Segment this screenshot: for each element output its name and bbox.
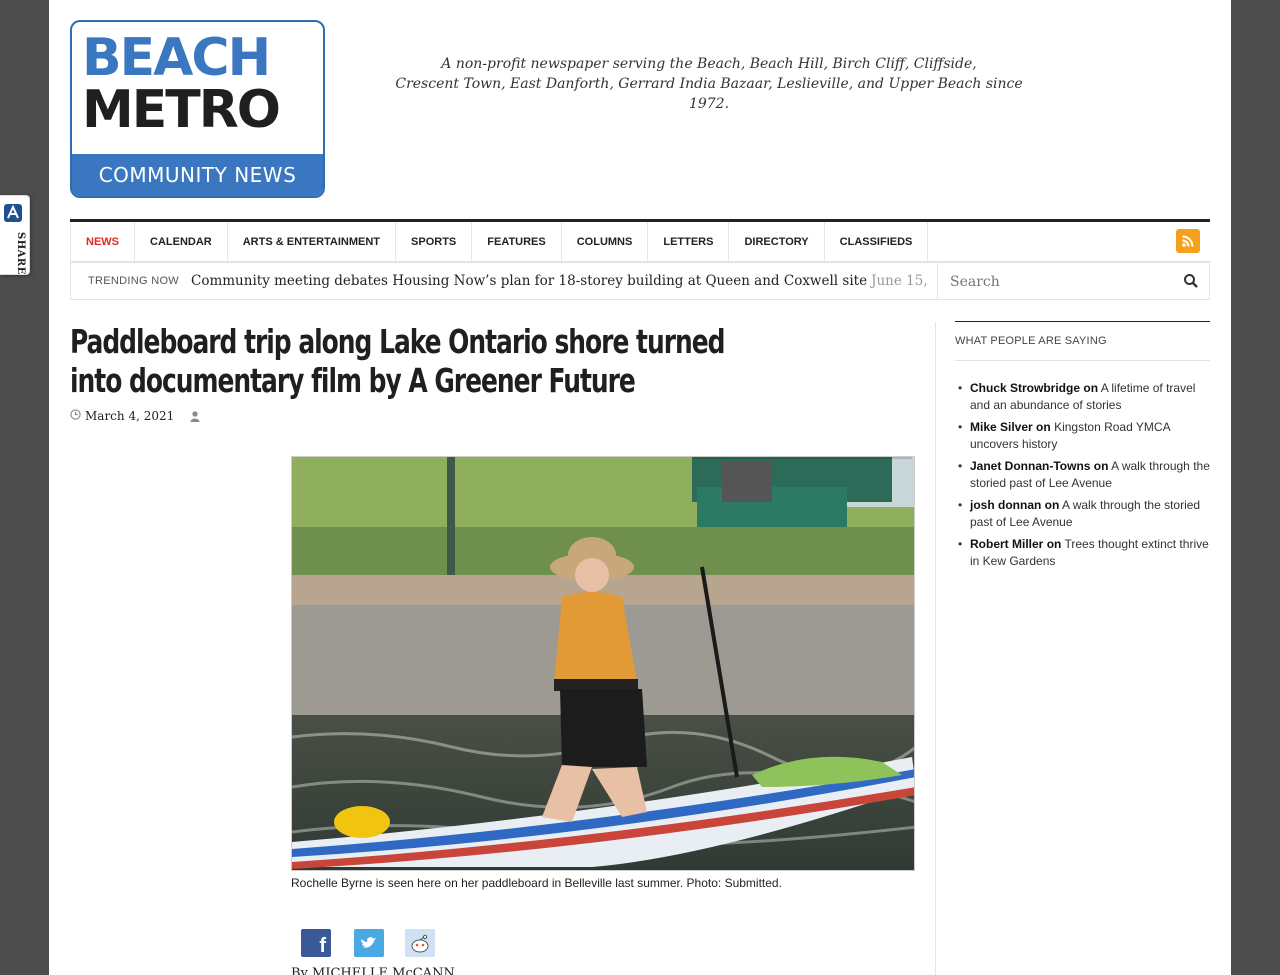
clock-icon [70, 409, 81, 423]
comment-author[interactable]: Chuck Strowbridge on [970, 381, 1098, 395]
comment-author[interactable]: Mike Silver on [970, 420, 1051, 434]
trending-bar: TRENDING NOW Community meeting debates H… [70, 262, 937, 300]
search-input[interactable] [950, 272, 1170, 292]
list-item: Janet Donnan-Towns on A walk through the… [955, 458, 1210, 492]
list-item: Chuck Strowbridge on A lifetime of trave… [955, 380, 1210, 414]
share-label: SHARE [15, 232, 26, 275]
share-logo-icon [4, 204, 22, 222]
article-title: Paddleboard trip along Lake Ontario shor… [70, 322, 726, 400]
nav-item-columns[interactable]: COLUMNS [562, 222, 649, 262]
list-item: Mike Silver on Kingston Road YMCA uncove… [955, 419, 1210, 453]
logo-line-metro: METRO [82, 80, 281, 140]
list-item: josh donnan on A walk through the storie… [955, 497, 1210, 531]
nav-item-calendar[interactable]: CALENDAR [135, 222, 228, 262]
main-nav: NEWS CALENDAR ARTS & ENTERTAINMENT SPORT… [70, 219, 1210, 262]
sidebar-heading: WHAT PEOPLE ARE SAYING [955, 321, 1210, 361]
tagline-line-2: Crescent Town, East Danforth, Gerrard In… [395, 76, 1023, 112]
logo-line-community-news: COMMUNITY NEWS [72, 154, 323, 196]
search-icon[interactable] [1183, 273, 1199, 289]
comment-author[interactable]: josh donnan on [970, 498, 1059, 512]
facebook-share-icon[interactable]: f [301, 929, 331, 957]
nav-item-arts-entertainment[interactable]: ARTS & ENTERTAINMENT [228, 222, 397, 262]
article-byline: By MICHELLE McCANN [291, 966, 455, 975]
recent-comments-list: Chuck Strowbridge on A lifetime of trave… [955, 380, 1210, 575]
reddit-share-icon[interactable] [405, 929, 435, 957]
search-box [937, 262, 1210, 300]
trending-label: TRENDING NOW [88, 275, 179, 287]
page: BEACH METRO COMMUNITY NEWS A non-profit … [49, 0, 1231, 975]
trending-headline[interactable]: Community meeting debates Housing Now’s … [191, 273, 867, 289]
user-icon [190, 410, 200, 422]
comment-author[interactable]: Janet Donnan-Towns on [970, 459, 1108, 473]
column-divider [935, 322, 936, 975]
site-tagline: A non-profit newspaper serving the Beach… [379, 54, 1039, 114]
article-date[interactable]: March 4, 2021 [85, 409, 174, 423]
trending-item[interactable]: Community meeting debates Housing Now’s … [191, 263, 928, 299]
rss-icon[interactable] [1176, 229, 1200, 253]
nav-item-letters[interactable]: LETTERS [648, 222, 730, 262]
nav-item-classifieds[interactable]: CLASSIFIEDS [825, 222, 929, 262]
article-photo [291, 456, 915, 871]
list-item: Robert Miller on Trees thought extinct t… [955, 536, 1210, 570]
tagline-line-1: A non-profit newspaper serving the Beach… [441, 56, 977, 72]
site-logo[interactable]: BEACH METRO COMMUNITY NEWS [70, 20, 325, 198]
photo-caption: Rochelle Byrne is seen here on her paddl… [291, 876, 782, 890]
comment-author[interactable]: Robert Miller on [970, 537, 1061, 551]
trending-date: June 15, [871, 273, 928, 289]
article-meta: March 4, 2021 [70, 409, 200, 423]
nav-item-news[interactable]: NEWS [70, 222, 135, 262]
nav-item-sports[interactable]: SPORTS [396, 222, 473, 262]
nav-item-directory[interactable]: DIRECTORY [729, 222, 825, 262]
twitter-share-icon[interactable] [354, 929, 384, 957]
logo-line-beach: BEACH [82, 28, 271, 88]
share-tab[interactable]: SHARE [0, 195, 30, 275]
nav-item-features[interactable]: FEATURES [472, 222, 562, 262]
